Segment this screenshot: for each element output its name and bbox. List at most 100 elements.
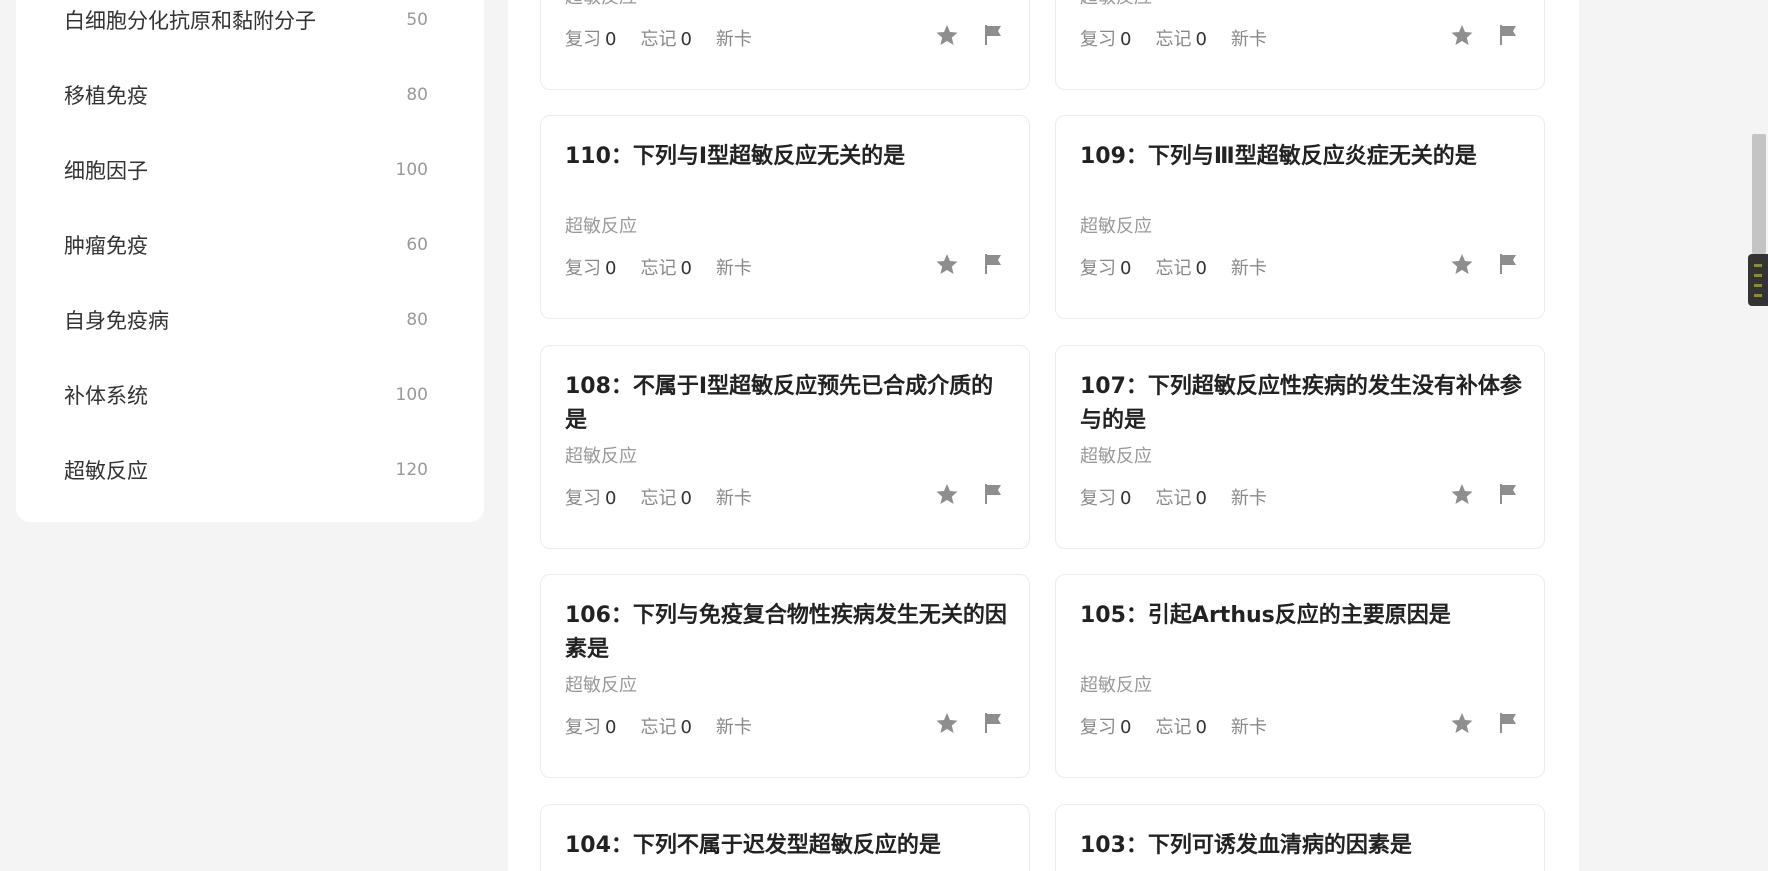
sidebar: 白细胞分化抗原和黏附分子 50 移植免疫 80 细胞因子 100 肿瘤免疫 60… <box>16 0 484 522</box>
sidebar-item[interactable]: 补体系统 100 <box>16 365 484 425</box>
review-stat: 复习 0 <box>1080 488 1132 509</box>
card-actions <box>935 252 1005 276</box>
sidebar-item-label: 补体系统 <box>64 384 148 408</box>
card-stats: 复习 0 忘记 0 新卡 <box>565 713 752 739</box>
sidebar-item-label: 超敏反应 <box>64 459 148 483</box>
question-card[interactable]: 110：下列与Ⅰ型超敏反应无关的是 超敏反应 复习 0 忘记 0 新卡 <box>540 115 1030 319</box>
star-icon[interactable] <box>935 252 959 276</box>
sidebar-item[interactable]: 自身免疫病 80 <box>16 290 484 350</box>
review-stat: 复习 0 <box>565 258 617 279</box>
review-stat: 复习 0 <box>1080 29 1132 50</box>
new-card-label: 新卡 <box>1230 717 1267 738</box>
card-stats: 复习 0 忘记 0 新卡 <box>1080 254 1267 280</box>
sidebar-item[interactable]: 肿瘤免疫 60 <box>16 215 484 275</box>
card-title: 107：下列超敏反应性疾病的发生没有补体参与的是 <box>1080 374 1522 433</box>
review-stat: 复习 0 <box>565 488 617 509</box>
flag-icon[interactable] <box>1496 482 1520 506</box>
star-icon[interactable] <box>935 711 959 735</box>
card-tag: 超敏反应 <box>565 675 637 696</box>
sidebar-item-count: 120 <box>395 460 428 480</box>
question-card[interactable]: 103：下列可诱发血清病的因素是 <box>1055 804 1545 871</box>
flag-icon[interactable] <box>1496 711 1520 735</box>
card-title: 108：不属于Ⅰ型超敏反应预先已合成介质的是 <box>565 374 994 433</box>
card-stats: 复习 0 忘记 0 新卡 <box>565 25 752 51</box>
flag-icon[interactable] <box>1496 252 1520 276</box>
question-card[interactable]: 107：下列超敏反应性疾病的发生没有补体参与的是 超敏反应 复习 0 忘记 0 新卡 <box>1055 345 1545 549</box>
card-actions <box>1450 23 1520 47</box>
card-stats: 复习 0 忘记 0 新卡 <box>565 484 752 510</box>
sidebar-item[interactable]: 移植免疫 80 <box>16 65 484 125</box>
new-card-label: 新卡 <box>715 488 752 509</box>
star-icon[interactable] <box>1450 711 1474 735</box>
sidebar-item-count: 60 <box>406 235 428 255</box>
star-icon[interactable] <box>1450 23 1474 47</box>
new-card-label: 新卡 <box>1230 29 1267 50</box>
scrollbar[interactable] <box>1748 0 1768 871</box>
flag-icon[interactable] <box>981 23 1005 47</box>
new-card-label: 新卡 <box>715 29 752 50</box>
question-card[interactable]: 106：下列与免疫复合物性疾病发生无关的因素是 超敏反应 复习 0 忘记 0 新卡 <box>540 574 1030 778</box>
review-stat: 复习 0 <box>1080 258 1132 279</box>
card-tag: 超敏反应 <box>565 446 637 467</box>
flag-icon[interactable] <box>981 252 1005 276</box>
card-stats: 复习 0 忘记 0 新卡 <box>565 254 752 280</box>
star-icon[interactable] <box>935 482 959 506</box>
star-icon[interactable] <box>1450 482 1474 506</box>
card-actions <box>1450 252 1520 276</box>
review-stat: 复习 0 <box>565 717 617 738</box>
sidebar-item-count: 80 <box>406 85 428 105</box>
card-title: 105：引起Arthus反应的主要原因是 <box>1080 603 1451 628</box>
floating-widget[interactable] <box>1748 254 1768 306</box>
card-tag: 超敏反应 <box>1080 446 1152 467</box>
card-grid: 超敏反应 复习0 忘记0 新卡 超敏反应 复习0 忘记0 新卡 110：下列与Ⅰ… <box>508 0 1579 871</box>
question-card[interactable]: 104：下列不属于迟发型超敏反应的是 <box>540 804 1030 871</box>
card-actions <box>935 23 1005 47</box>
card-title: 104：下列不属于迟发型超敏反应的是 <box>565 833 941 858</box>
card-tag: 超敏反应 <box>565 216 637 237</box>
flag-icon[interactable] <box>1496 23 1520 47</box>
card-stats: 复习 0 忘记 0 新卡 <box>1080 25 1267 51</box>
sidebar-item-count: 100 <box>395 160 428 180</box>
card-title: 106：下列与免疫复合物性疾病发生无关的因素是 <box>565 603 1007 662</box>
scrollbar-thumb[interactable] <box>1752 134 1766 254</box>
review-stat: 复习 0 <box>1080 717 1132 738</box>
question-card[interactable]: 105：引起Arthus反应的主要原因是 超敏反应 复习 0 忘记 0 新卡 <box>1055 574 1545 778</box>
question-card[interactable]: 108：不属于Ⅰ型超敏反应预先已合成介质的是 超敏反应 复习 0 忘记 0 新卡 <box>540 345 1030 549</box>
forget-stat: 忘记 0 <box>1155 258 1207 279</box>
card-title: 110：下列与Ⅰ型超敏反应无关的是 <box>565 144 906 169</box>
sidebar-item-count: 80 <box>406 310 428 330</box>
card-tag: 超敏反应 <box>1080 0 1152 9</box>
forget-stat: 忘记 0 <box>1155 717 1207 738</box>
sidebar-item[interactable]: 超敏反应 120 <box>16 440 484 500</box>
card-stats: 复习 0 忘记 0 新卡 <box>1080 484 1267 510</box>
new-card-label: 新卡 <box>715 717 752 738</box>
card-tag: 超敏反应 <box>1080 675 1152 696</box>
flag-icon[interactable] <box>981 482 1005 506</box>
forget-stat: 忘记 0 <box>1155 29 1207 50</box>
sidebar-item[interactable]: 细胞因子 100 <box>16 140 484 200</box>
card-actions <box>1450 711 1520 735</box>
new-card-label: 新卡 <box>715 258 752 279</box>
card-actions <box>1450 482 1520 506</box>
sidebar-item[interactable]: 白细胞分化抗原和黏附分子 50 <box>16 0 484 50</box>
sidebar-item-count: 50 <box>406 10 428 30</box>
flag-icon[interactable] <box>981 711 1005 735</box>
forget-stat: 忘记 0 <box>640 29 692 50</box>
card-actions <box>935 482 1005 506</box>
card-title: 103：下列可诱发血清病的因素是 <box>1080 833 1412 858</box>
star-icon[interactable] <box>1450 252 1474 276</box>
card-actions <box>935 711 1005 735</box>
forget-stat: 忘记 0 <box>640 258 692 279</box>
new-card-label: 新卡 <box>1230 488 1267 509</box>
forget-stat: 忘记 0 <box>640 717 692 738</box>
star-icon[interactable] <box>935 23 959 47</box>
card-stats: 复习 0 忘记 0 新卡 <box>1080 713 1267 739</box>
card-tag: 超敏反应 <box>565 0 637 9</box>
question-card[interactable]: 超敏反应 复习0 忘记0 新卡 <box>1055 0 1545 90</box>
question-card[interactable]: 109：下列与Ⅲ型超敏反应炎症无关的是 超敏反应 复习 0 忘记 0 新卡 <box>1055 115 1545 319</box>
sidebar-item-label: 白细胞分化抗原和黏附分子 <box>64 9 316 33</box>
sidebar-item-label: 自身免疫病 <box>64 309 169 333</box>
sidebar-item-count: 100 <box>395 385 428 405</box>
question-card[interactable]: 超敏反应 复习0 忘记0 新卡 <box>540 0 1030 90</box>
card-tag: 超敏反应 <box>1080 216 1152 237</box>
